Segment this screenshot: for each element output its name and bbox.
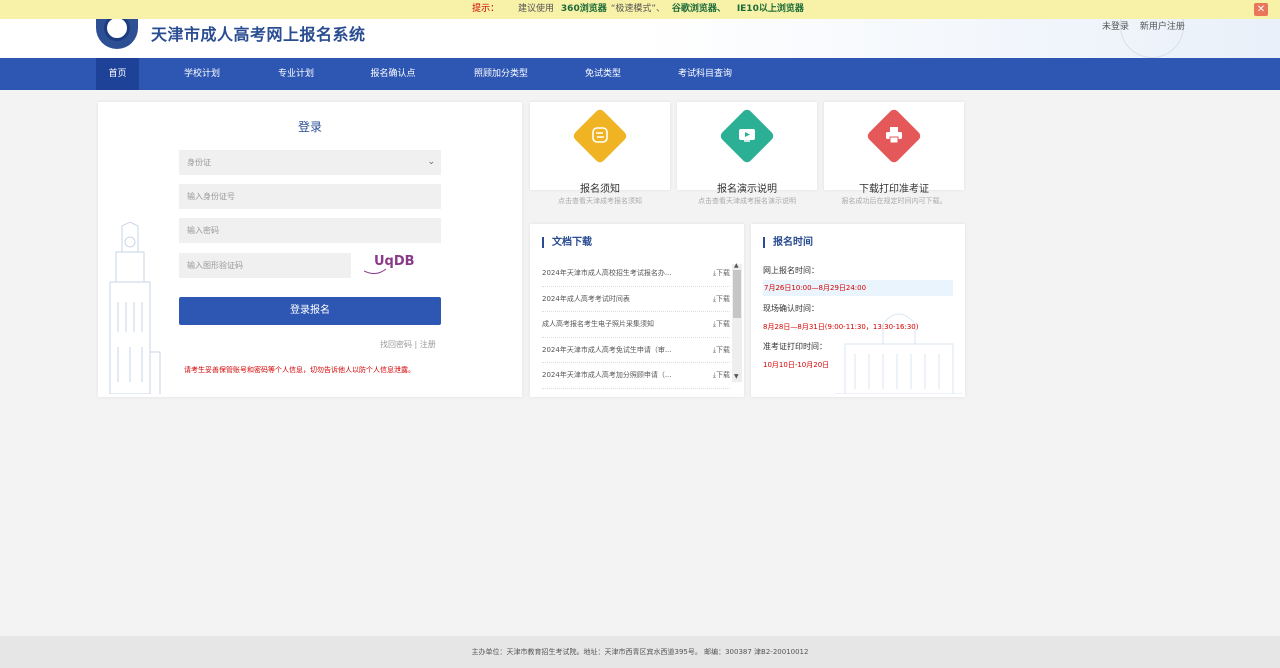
nav-item-exempt-types[interactable]: 免试类型 (574, 58, 632, 90)
login-links: 找回密码 | 注册 (380, 339, 436, 350)
nav-item-major-plan[interactable]: 专业计划 (266, 58, 326, 90)
chevron-down-icon: ⌄ (427, 157, 435, 167)
list-item[interactable]: 2024年天津市成人高校招生考试报名办... ⤓下载 (542, 261, 730, 287)
download-link[interactable]: ⤓下载 (713, 261, 730, 286)
login-panel: 登录 身份证 ⌄ 输入身份证号 输入密码 输入图形验证码 UqDB 登录报名 找… (98, 102, 522, 397)
nav-item-exam-subjects[interactable]: 考试科目查询 (670, 58, 740, 90)
document-name[interactable]: 成人高考报名考生电子照片采集须知 (542, 312, 654, 337)
site-header: 天津市成人高考网上报名系统 未登录 新用户注册 (0, 19, 1280, 58)
login-status-link[interactable]: 未登录 (1102, 22, 1129, 32)
register-link[interactable]: 新用户注册 (1140, 22, 1185, 32)
list-item[interactable]: 2024年成人高考考试时间表 ⤓下载 (542, 287, 730, 313)
download-label: 下载 (716, 345, 730, 354)
video-icon (739, 129, 755, 142)
nav-item-confirm-points[interactable]: 报名确认点 (360, 58, 426, 90)
document-name[interactable]: 2024年天津市成人高考免试生申请（审... (542, 338, 672, 363)
browser-notice-bar: 提示： 建议使用 360浏览器 “极速模式”、 谷歌浏览器、 IE10以上浏览器 … (0, 0, 1280, 19)
onsite-confirm-label: 现场确认时间： (763, 304, 819, 313)
admission-print-label: 准考证打印时间： (763, 342, 827, 351)
forgot-password-link[interactable]: 找回密码 (380, 340, 412, 349)
document-list: 2024年天津市成人高校招生考试报名办... ⤓下载 2024年成人高考考试时间表… (542, 261, 730, 389)
download-label: 下载 (716, 294, 730, 303)
card-subtitle: 报名成功后在规定时间内可下载。 (841, 197, 947, 205)
card-print-admission[interactable]: 下载打印准考证 报名成功后在规定时间内可下载。 (824, 102, 964, 205)
main-nav: 首页 学校计划 专业计划 报名确认点 照顾加分类型 免试类型 考试科目查询 (0, 58, 1280, 90)
online-registration-value: 7月26日10:00—8月29日24:00 (763, 280, 953, 296)
site-title: 天津市成人高考网上报名系统 (151, 25, 366, 44)
card-demo-guide[interactable]: 报名演示说明 点击查看天津成考报名演示说明 (677, 102, 817, 205)
captcha-input[interactable]: 输入图形验证码 (179, 253, 351, 278)
notice-browser-ie: IE10以上浏览器 (736, 4, 804, 14)
card-title: 下载打印准考证 (859, 184, 929, 195)
onsite-confirm-value: 8月28日—8月31日(9:00-11:30，13:30-16:30) (763, 323, 919, 331)
password-input[interactable]: 输入密码 (179, 218, 441, 243)
card-subtitle: 点击查看天津成考报名须知 (558, 197, 642, 205)
login-submit-button[interactable]: 登录报名 (179, 297, 441, 325)
download-link[interactable]: ⤓下载 (713, 312, 730, 337)
list-item[interactable]: 成人高考报名考生电子照片采集须知 ⤓下载 (542, 312, 730, 338)
card-title: 报名须知 (580, 184, 620, 195)
document-name[interactable]: 2024年天津市成人高校招生考试报名办... (542, 261, 672, 286)
id-type-value: 身份证 (187, 158, 211, 167)
scroll-up-icon[interactable]: ▲ (734, 262, 739, 269)
scroll-down-icon[interactable]: ▼ (734, 373, 739, 380)
notice-mode: “极速模式”、 (610, 4, 666, 14)
registration-schedule-panel: 报名时间 网上报名时间： 7月26日10:00—8月29日24:00 现场确认时… (751, 224, 965, 397)
download-link[interactable]: ⤓下载 (713, 287, 730, 312)
card-subtitle: 点击查看天津成考报名演示说明 (698, 197, 796, 205)
clock-tower-illustration (109, 222, 161, 394)
flow-icon (592, 127, 608, 143)
notice-browser-chrome: 谷歌浏览器、 (671, 4, 726, 14)
nav-item-school-plan[interactable]: 学校计划 (172, 58, 232, 90)
panel-title: 报名时间 (763, 237, 813, 248)
login-title: 登录 (297, 120, 322, 134)
close-icon[interactable]: ✕ (1254, 3, 1268, 16)
captcha-noise (364, 268, 387, 275)
list-item[interactable]: 2024年天津市成人高考加分照顾申请（... ⤓下载 (542, 363, 730, 389)
document-name[interactable]: 2024年天津市成人高考加分照顾申请（... (542, 363, 672, 388)
link-separator: | (414, 340, 418, 349)
id-type-select[interactable]: 身份证 ⌄ (179, 150, 441, 175)
register-account-link[interactable]: 注册 (420, 340, 436, 349)
panel-title: 文档下载 (542, 237, 592, 248)
download-label: 下载 (716, 320, 730, 329)
download-link[interactable]: ⤓下载 (713, 338, 730, 363)
security-warning: 请考生妥善保管账号和密码等个人信息，切勿告诉他人以防个人信息泄露。 (184, 366, 415, 374)
card-title: 报名演示说明 (717, 184, 777, 195)
notice-text: 建议使用 (518, 4, 555, 14)
document-name[interactable]: 2024年成人高考考试时间表 (542, 287, 630, 312)
building-illustration (835, 313, 963, 394)
notice-label: 提示： (472, 4, 500, 14)
site-footer: 主办单位：天津市教育招生考试院。地址：天津市西青区宾水西道395号。 邮编：30… (0, 636, 1280, 668)
online-registration-label: 网上报名时间： (763, 266, 819, 275)
printer-icon (886, 127, 902, 144)
id-number-input[interactable]: 输入身份证号 (179, 184, 441, 209)
download-link[interactable]: ⤓下载 (713, 363, 730, 388)
list-item[interactable]: 2024年天津市成人高考免试生申请（审... ⤓下载 (542, 338, 730, 364)
logo-icon (96, 19, 138, 49)
download-label: 下载 (716, 269, 730, 277)
document-list-scrollbar[interactable]: ▲ ▼ (732, 262, 742, 382)
nav-item-bonus-types[interactable]: 照顾加分类型 (466, 58, 536, 90)
nav-item-home[interactable]: 首页 (96, 58, 139, 90)
admission-print-value: 10月10日-10月20日 (763, 361, 830, 369)
document-download-panel: 文档下载 2024年天津市成人高校招生考试报名办... ⤓下载 2024年成人高考… (530, 224, 744, 397)
user-links: 未登录 新用户注册 (1102, 19, 1193, 32)
download-label: 下载 (716, 371, 730, 380)
scrollbar-thumb[interactable] (733, 270, 741, 318)
captcha-image[interactable]: UqDB (364, 251, 434, 281)
notice-browser-360: 360浏览器 (560, 4, 607, 14)
card-registration-notice[interactable]: 报名须知 点击查看天津成考报名须知 (530, 102, 670, 205)
